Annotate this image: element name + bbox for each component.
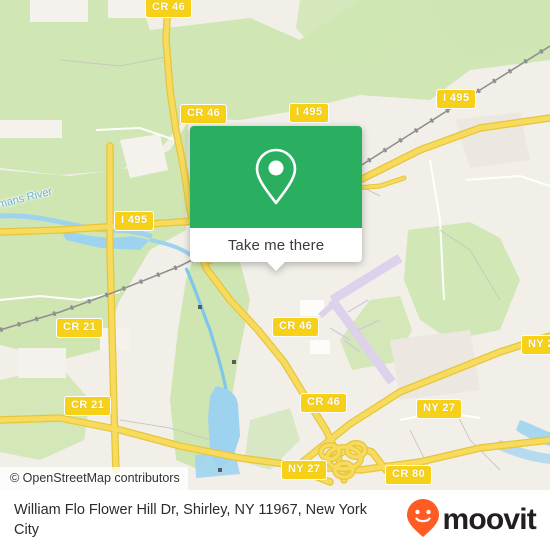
map-pin-icon xyxy=(253,147,299,207)
road-shield-cr80[interactable]: CR 80 xyxy=(385,465,433,485)
map-screenshot: mans River CR 46 CR 46 I 495 I 495 I 495… xyxy=(0,0,550,550)
location-title: William Flo Flower Hill Dr, Shirley, NY … xyxy=(14,502,367,538)
road-shield-cr46-mid[interactable]: CR 46 xyxy=(272,317,320,337)
moovit-logo[interactable]: moovit xyxy=(406,498,537,543)
road-shield-cr21-upper[interactable]: CR 21 xyxy=(56,318,104,338)
popup-pointer-tip xyxy=(267,262,285,271)
road-shield-i495-center[interactable]: I 495 xyxy=(289,103,330,123)
osm-attribution[interactable]: © OpenStreetMap contributors xyxy=(0,467,188,490)
road-shield-cr46-upper[interactable]: CR 46 xyxy=(180,104,228,124)
footer-bar: William Flo Flower Hill Dr, Shirley, NY … xyxy=(0,490,550,550)
location-popup-card[interactable]: Take me there xyxy=(190,126,362,271)
take-me-there-label: Take me there xyxy=(227,236,325,254)
road-shield-i495-right[interactable]: I 495 xyxy=(436,89,477,109)
moovit-pin-smiley-icon xyxy=(406,498,440,543)
road-shield-cr46-lower[interactable]: CR 46 xyxy=(300,393,348,413)
road-shield-i495-left[interactable]: I 495 xyxy=(114,211,155,231)
road-shield-cr46-north[interactable]: CR 46 xyxy=(145,0,193,18)
road-shield-cr21-lower[interactable]: CR 21 xyxy=(64,396,112,416)
popup-header xyxy=(190,126,362,228)
road-shield-ny27-right-edge[interactable]: NY 27 xyxy=(521,335,550,355)
take-me-there-button[interactable]: Take me there xyxy=(190,228,362,271)
road-shield-ny27-mid[interactable]: NY 27 xyxy=(416,399,463,419)
map-canvas[interactable]: mans River CR 46 CR 46 I 495 I 495 I 495… xyxy=(0,0,550,490)
moovit-wordmark: moovit xyxy=(442,503,536,536)
road-shield-ny27-bottom[interactable]: NY 27 xyxy=(281,460,328,480)
